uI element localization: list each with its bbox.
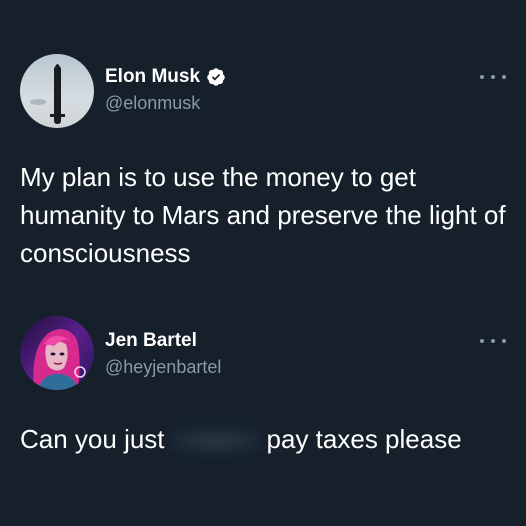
tweet-text-before: Can you just: [20, 424, 165, 454]
tweet-elonmusk[interactable]: Elon Musk @elonmusk My plan is to use th…: [0, 0, 526, 300]
dot-icon: [480, 339, 484, 343]
tweet-text-after: pay taxes please: [266, 424, 462, 454]
dot-icon: [491, 75, 495, 79]
tweet-text: My plan is to use the money to get human…: [20, 162, 506, 268]
dot-icon: [480, 75, 484, 79]
dot-icon: [502, 339, 506, 343]
more-options-button[interactable]: [480, 72, 506, 82]
dot-icon: [491, 339, 495, 343]
blurred-word: [168, 427, 263, 456]
more-options-button[interactable]: [480, 336, 506, 346]
tweet-text: Can you just pay taxes please: [20, 420, 506, 458]
tweet-heyjenbartel[interactable]: Jen Bartel @heyjenbartel Can you just pay…: [0, 300, 526, 526]
avatar[interactable]: [20, 316, 94, 390]
verified-badge-icon: [207, 68, 225, 86]
display-name[interactable]: Elon Musk: [105, 66, 200, 88]
handle[interactable]: @elonmusk: [105, 93, 200, 114]
illustrated-portrait-avatar-icon: [20, 316, 94, 390]
dot-icon: [502, 75, 506, 79]
starship-avatar-icon: [20, 54, 94, 128]
handle[interactable]: @heyjenbartel: [105, 357, 221, 378]
avatar[interactable]: [20, 54, 94, 128]
display-name[interactable]: Jen Bartel: [105, 330, 197, 352]
